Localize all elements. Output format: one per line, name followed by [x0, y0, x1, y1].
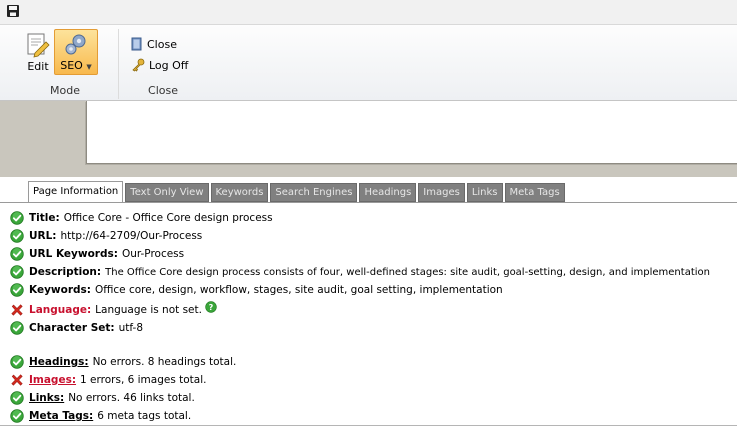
svg-text:?: ?	[209, 303, 214, 312]
close-button[interactable]: Close	[131, 35, 177, 53]
info-row-description: Description: The Office Core design proc…	[10, 263, 710, 281]
tab-meta-tags[interactable]: Meta Tags	[504, 183, 565, 202]
ribbon-group-close: Close Log Off Close	[118, 29, 207, 99]
info-row-keywords: Keywords: Office core, design, workflow,…	[10, 281, 503, 299]
summary-value: 6 meta tags total.	[97, 410, 192, 422]
edit-button[interactable]: Edit	[20, 29, 56, 75]
log-off-button-label: Log Off	[149, 58, 189, 72]
help-icon[interactable]: ?	[205, 301, 217, 313]
check-icon	[10, 211, 24, 225]
info-label: URL Keywords:	[29, 248, 118, 260]
info-label: Keywords:	[29, 284, 91, 296]
check-icon	[10, 321, 24, 335]
info-value: Office core, design, workflow, stages, s…	[94, 284, 503, 296]
info-label: Title:	[29, 212, 60, 224]
ribbon-group-mode: Edit SEO ▼ Mode	[16, 29, 114, 99]
quick-access-bar	[0, 0, 737, 25]
tab-text-only-view[interactable]: Text Only View	[125, 183, 209, 202]
tab-links[interactable]: Links	[466, 183, 503, 202]
links-link[interactable]: Links:	[29, 392, 64, 404]
close-group-label: Close	[148, 84, 178, 97]
meta-tags-link[interactable]: Meta Tags:	[29, 410, 93, 422]
tabs-divider	[0, 202, 737, 203]
check-icon	[10, 229, 24, 243]
gear-icon	[65, 34, 86, 55]
info-value: Language is not set.	[95, 304, 202, 316]
seo-button-label: SEO ▼	[55, 59, 97, 72]
check-icon	[10, 391, 24, 405]
check-icon	[10, 283, 24, 297]
bottom-divider	[0, 425, 737, 426]
info-row-language: Language: Language is not set. ?	[10, 301, 217, 319]
info-row-url: URL: http://64-2709/Our-Process	[10, 227, 202, 245]
summary-row-links: Links: No errors. 46 links total.	[10, 389, 195, 407]
tab-headings[interactable]: Headings	[359, 183, 417, 202]
mode-group-label: Mode	[50, 84, 80, 97]
info-label: URL:	[29, 230, 57, 242]
info-value: Office Core - Office Core design process	[63, 212, 273, 224]
info-value: utf-8	[118, 322, 144, 334]
ribbon: Edit SEO ▼ Mode Close Log Off Close	[0, 25, 737, 101]
summary-value: 1 errors, 6 images total.	[80, 374, 207, 386]
check-icon	[10, 355, 24, 369]
info-value: Our-Process	[121, 248, 185, 260]
tab-keywords[interactable]: Keywords	[210, 183, 269, 202]
error-x-icon	[10, 373, 24, 387]
save-icon[interactable]	[6, 4, 20, 18]
log-off-button[interactable]: Log Off	[131, 56, 188, 74]
tab-search-engines[interactable]: Search Engines	[270, 183, 358, 202]
check-icon	[10, 247, 24, 261]
error-x-icon	[10, 303, 24, 317]
page-preview-panel	[86, 101, 737, 164]
edit-button-label: Edit	[27, 60, 49, 73]
check-icon	[10, 409, 24, 423]
summary-value: No errors. 8 headings total.	[92, 356, 237, 368]
seo-button[interactable]: SEO ▼	[54, 29, 98, 75]
check-icon	[10, 265, 24, 279]
info-row-title: Title: Office Core - Office Core design …	[10, 209, 273, 227]
close-button-label: Close	[147, 37, 177, 51]
close-door-icon	[131, 37, 142, 51]
seo-label-text: SEO	[60, 59, 83, 72]
key-icon	[132, 58, 145, 72]
summary-row-headings: Headings: No errors. 8 headings total.	[10, 353, 236, 371]
info-label: Description:	[29, 266, 102, 278]
info-row-url-keywords: URL Keywords: Our-Process	[10, 245, 184, 263]
summary-row-images: Images: 1 errors, 6 images total.	[10, 371, 207, 389]
tab-page-information[interactable]: Page Information	[28, 181, 124, 203]
headings-link[interactable]: Headings:	[29, 356, 89, 368]
dropdown-arrow-icon: ▼	[86, 63, 92, 71]
summary-value: No errors. 46 links total.	[68, 392, 195, 404]
images-link[interactable]: Images:	[29, 374, 76, 386]
content-background	[0, 101, 737, 177]
info-row-charset: Character Set: utf-8	[10, 319, 143, 337]
tab-images[interactable]: Images	[418, 183, 465, 202]
info-value: http://64-2709/Our-Process	[60, 230, 203, 242]
summary-row-meta-tags: Meta Tags: 6 meta tags total.	[10, 407, 191, 425]
info-label: Character Set:	[29, 322, 115, 334]
edit-icon	[27, 33, 50, 58]
seo-tabs: Page Information Text Only View Keywords…	[28, 181, 565, 203]
info-value: The Office Core design process consists …	[105, 266, 710, 278]
info-label: Language:	[29, 304, 92, 316]
